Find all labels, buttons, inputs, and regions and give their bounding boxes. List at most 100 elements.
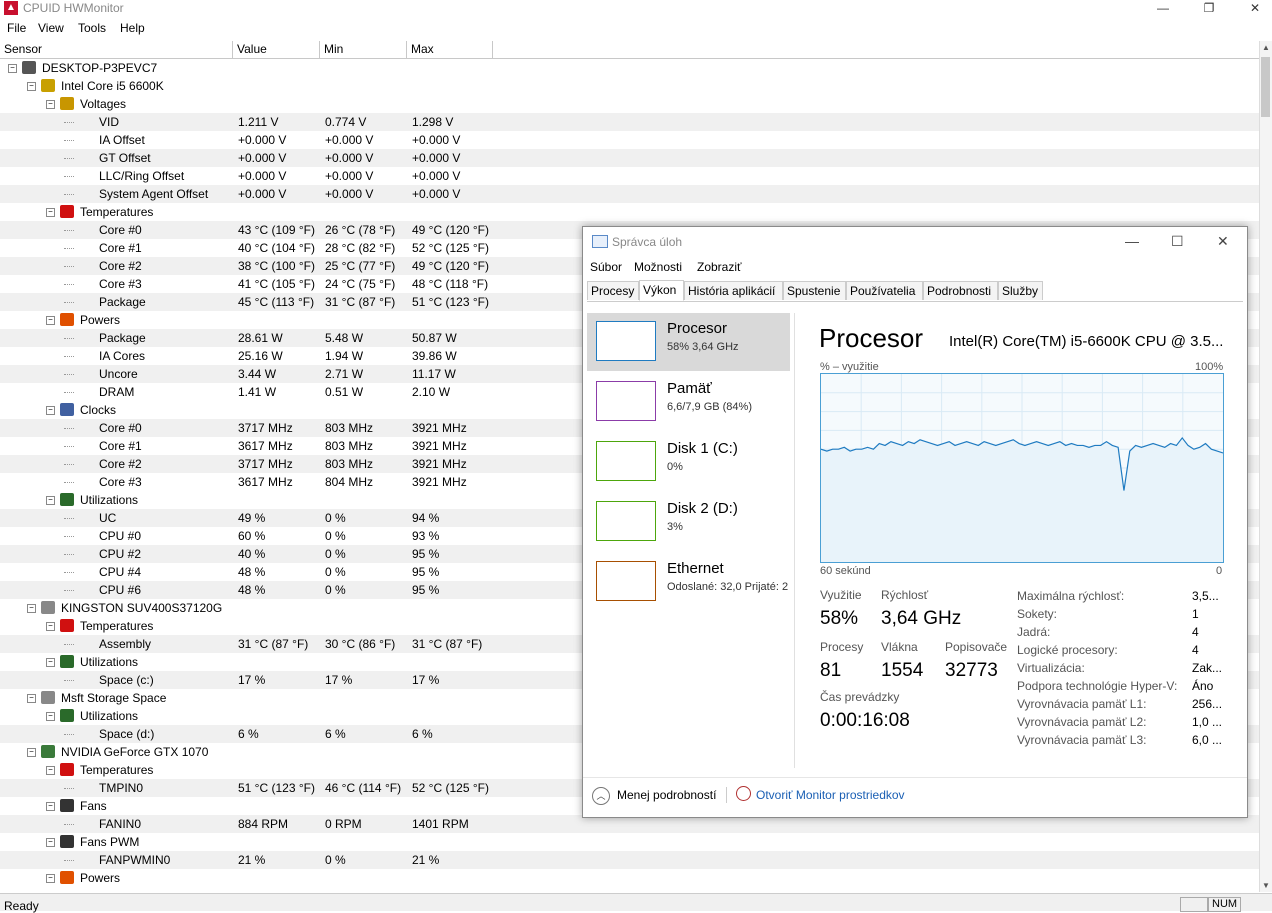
scroll-up-icon[interactable]: ▲ bbox=[1262, 43, 1270, 52]
sensor-label: Core #1 bbox=[99, 241, 142, 255]
sensor-value: 21 % bbox=[238, 853, 266, 867]
table-row[interactable]: IA Offset +0.000 V +0.000 V +0.000 V bbox=[0, 131, 1260, 149]
vertical-scrollbar[interactable]: ▲ ▼ bbox=[1259, 41, 1272, 892]
tm-maximize-button[interactable]: ☐ bbox=[1171, 233, 1184, 250]
collapse-toggle-icon[interactable]: − bbox=[46, 874, 55, 883]
collapse-toggle-icon[interactable]: − bbox=[46, 496, 55, 505]
detail-key: Podpora technológie Hyper-V: bbox=[1017, 679, 1178, 693]
tab-services[interactable]: Služby bbox=[998, 281, 1043, 300]
sensor-label: CPU #4 bbox=[99, 565, 142, 579]
sensor-label: FANIN0 bbox=[99, 817, 142, 831]
fewer-details-link[interactable]: Menej podrobností bbox=[617, 788, 716, 802]
sensor-min: 5.48 W bbox=[325, 331, 364, 345]
sensor-max: 49 °C (120 °F) bbox=[412, 259, 489, 273]
scroll-down-icon[interactable]: ▼ bbox=[1262, 881, 1270, 890]
table-row[interactable]: System Agent Offset +0.000 V +0.000 V +0.00… bbox=[0, 185, 1260, 203]
perf-item-sub: 58% 3,64 GHz bbox=[667, 341, 739, 353]
maximize-button[interactable]: ❐ bbox=[1186, 0, 1232, 18]
collapse-toggle-icon[interactable]: − bbox=[46, 622, 55, 631]
perf-item-name: Procesor bbox=[667, 320, 728, 337]
tm-close-button[interactable]: ✕ bbox=[1217, 233, 1229, 250]
tm-menu-options[interactable]: Možnosti bbox=[634, 260, 682, 274]
sensor-max: 2.10 W bbox=[412, 385, 451, 399]
perf-item-4[interactable]: Ethernet Odoslané: 32,0 Prijaté: 2 bbox=[587, 553, 790, 611]
perf-item-1[interactable]: Pamäť 6,6/7,9 GB (84%) bbox=[587, 373, 790, 431]
table-row[interactable]: − Fans PWM bbox=[0, 833, 1260, 851]
processes-value: 81 bbox=[820, 660, 842, 681]
chevron-up-icon[interactable]: ︿ bbox=[592, 787, 610, 805]
tm-menu-file[interactable]: Súbor bbox=[590, 260, 622, 274]
collapse-toggle-icon[interactable]: − bbox=[46, 712, 55, 721]
resource-monitor-link[interactable]: Otvoriť Monitor prostriedkov bbox=[756, 788, 905, 802]
sensor-min: +0.000 V bbox=[325, 151, 374, 165]
tab-performance[interactable]: Výkon bbox=[639, 280, 684, 301]
table-row[interactable]: GT Offset +0.000 V +0.000 V +0.000 V bbox=[0, 149, 1260, 167]
close-button[interactable]: ✕ bbox=[1232, 0, 1272, 18]
sensor-label: FANPWMIN0 bbox=[99, 853, 171, 867]
table-row[interactable]: − Temperatures bbox=[0, 203, 1260, 221]
tab-app-history[interactable]: História aplikácií bbox=[684, 281, 783, 300]
table-row[interactable]: FANPWMIN0 21 % 0 % 21 % bbox=[0, 851, 1260, 869]
sensor-label: Core #1 bbox=[99, 439, 142, 453]
sensor-label: Fans bbox=[80, 799, 107, 813]
collapse-toggle-icon[interactable]: − bbox=[46, 208, 55, 217]
menu-view[interactable]: View bbox=[38, 21, 64, 35]
tab-details[interactable]: Podrobnosti bbox=[923, 281, 998, 300]
collapse-toggle-icon[interactable]: − bbox=[27, 748, 36, 757]
tm-menu-view[interactable]: Zobraziť bbox=[697, 260, 742, 274]
collapse-toggle-icon[interactable]: − bbox=[46, 838, 55, 847]
sensor-min: 26 °C (78 °F) bbox=[325, 223, 396, 237]
threads-value: 1554 bbox=[881, 660, 924, 681]
column-sensor[interactable]: Sensor bbox=[0, 41, 233, 58]
collapse-toggle-icon[interactable]: − bbox=[46, 802, 55, 811]
sensor-value: 45 °C (113 °F) bbox=[238, 295, 315, 309]
tab-startup[interactable]: Spustenie bbox=[783, 281, 846, 300]
tm-tab-strip: Procesy Výkon História aplikácií Spusten… bbox=[587, 280, 1243, 302]
collapse-toggle-icon[interactable]: − bbox=[46, 766, 55, 775]
table-row[interactable]: VID 1.211 V 0.774 V 1.298 V bbox=[0, 113, 1260, 131]
collapse-toggle-icon[interactable]: − bbox=[46, 658, 55, 667]
sensor-max: 52 °C (125 °F) bbox=[412, 781, 489, 795]
collapse-toggle-icon[interactable]: − bbox=[46, 406, 55, 415]
minimize-button[interactable]: — bbox=[1140, 0, 1186, 18]
column-max[interactable]: Max bbox=[407, 41, 493, 58]
sensor-max: 50.87 W bbox=[412, 331, 457, 345]
menu-tools[interactable]: Tools bbox=[78, 21, 106, 35]
column-value[interactable]: Value bbox=[233, 41, 320, 58]
tree-connector bbox=[64, 194, 74, 195]
gpu-icon bbox=[41, 745, 55, 758]
sensor-max: 48 °C (118 °F) bbox=[412, 277, 489, 291]
sensor-max: 11.17 W bbox=[412, 367, 456, 381]
power-icon bbox=[60, 871, 74, 884]
cpu-model-name: Intel(R) Core(TM) i5-6600K CPU @ 3.5... bbox=[949, 333, 1224, 350]
tab-users[interactable]: Používatelia bbox=[846, 281, 923, 300]
menu-file[interactable]: File bbox=[7, 21, 26, 35]
scrollbar-thumb[interactable] bbox=[1261, 57, 1270, 117]
perf-item-0[interactable]: Procesor 58% 3,64 GHz bbox=[587, 313, 790, 371]
table-row[interactable]: − DESKTOP-P3PEVC7 bbox=[0, 59, 1260, 77]
table-row[interactable]: LLC/Ring Offset +0.000 V +0.000 V +0.000 V bbox=[0, 167, 1260, 185]
collapse-toggle-icon[interactable]: − bbox=[8, 64, 17, 73]
tree-connector bbox=[64, 158, 74, 159]
table-row[interactable]: − Intel Core i5 6600K bbox=[0, 77, 1260, 95]
sensor-label: Space (d:) bbox=[99, 727, 155, 741]
perf-item-name: Disk 1 (C:) bbox=[667, 440, 738, 457]
detail-value: Áno bbox=[1192, 679, 1214, 693]
perf-item-2[interactable]: Disk 1 (C:) 0% bbox=[587, 433, 790, 491]
sensor-label: Utilizations bbox=[80, 493, 139, 507]
table-row[interactable]: − Voltages bbox=[0, 95, 1260, 113]
detail-key: Jadrá: bbox=[1017, 625, 1051, 639]
task-manager-window[interactable]: Správca úloh — ☐ ✕ Súbor Možnosti Zobraz… bbox=[582, 226, 1248, 818]
perf-item-3[interactable]: Disk 2 (D:) 3% bbox=[587, 493, 790, 551]
tm-minimize-button[interactable]: — bbox=[1125, 233, 1139, 249]
menu-help[interactable]: Help bbox=[120, 21, 145, 35]
collapse-toggle-icon[interactable]: − bbox=[27, 604, 36, 613]
column-min[interactable]: Min bbox=[320, 41, 407, 58]
collapse-toggle-icon[interactable]: − bbox=[46, 100, 55, 109]
collapse-toggle-icon[interactable]: − bbox=[27, 82, 36, 91]
collapse-toggle-icon[interactable]: − bbox=[46, 316, 55, 325]
tab-processes[interactable]: Procesy bbox=[587, 281, 639, 300]
sensor-value: 1.41 W bbox=[238, 385, 277, 399]
collapse-toggle-icon[interactable]: − bbox=[27, 694, 36, 703]
table-row[interactable]: − Powers bbox=[0, 869, 1260, 887]
